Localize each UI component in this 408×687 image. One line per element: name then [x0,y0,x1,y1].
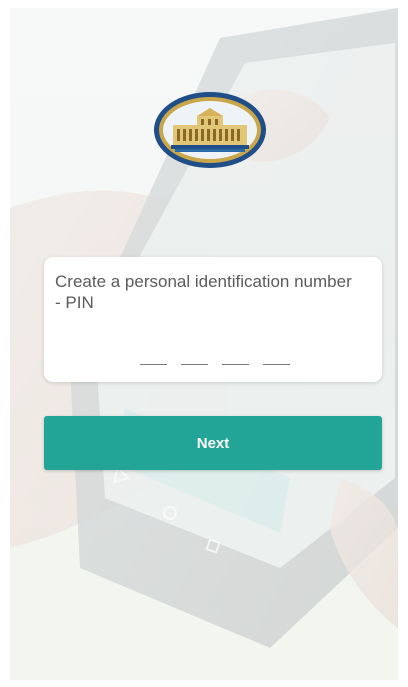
pin-card: Create a personal identification number … [44,257,382,382]
pin-prompt-title: Create a personal identification number … [55,272,352,312]
pin-slot-3[interactable] [222,352,249,365]
pin-slot-4[interactable] [263,352,290,365]
pin-slot-2[interactable] [181,352,208,365]
app-screen: Create a personal identification number … [10,8,398,680]
next-button[interactable]: Next [44,416,382,470]
pin-input-row[interactable] [140,352,290,366]
bank-building-logo-icon [154,92,266,168]
pin-slot-1[interactable] [140,352,167,365]
